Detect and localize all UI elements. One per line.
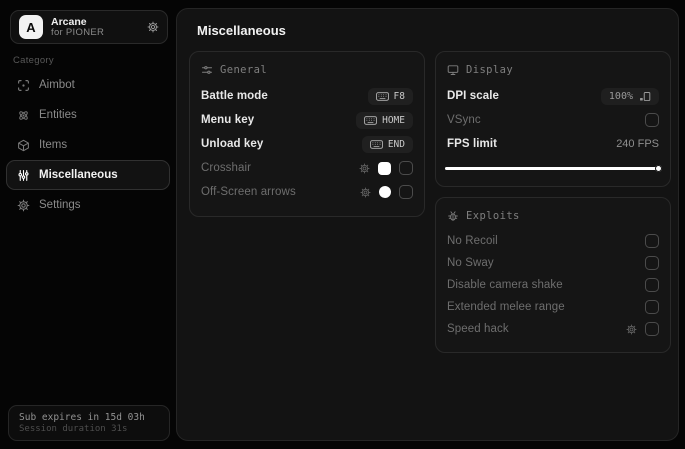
setting-label: DPI scale: [447, 90, 500, 102]
sidebar-nav: Aimbot Entities Items Miscellaneous Sett…: [6, 70, 170, 220]
sidebar-item-entities[interactable]: Entities: [6, 100, 170, 130]
sidebar-item-label: Settings: [39, 199, 81, 211]
sidebar: A Arcane for PIONER Category Aimbot Enti…: [0, 0, 176, 449]
app-window: A Arcane for PIONER Category Aimbot Enti…: [0, 0, 685, 449]
category-label: Category: [13, 55, 54, 66]
setting-label: Disable camera shake: [447, 279, 563, 291]
speed-hack-checkbox[interactable]: [645, 322, 659, 336]
keyboard-icon: [375, 91, 389, 101]
setting-row-no-sway: No Sway: [447, 252, 659, 274]
setting-label: Crosshair: [201, 162, 252, 174]
color-swatch[interactable]: [379, 186, 391, 198]
display-panel: Display DPI scale 100% VSync FPS limit 2…: [435, 51, 671, 187]
dpi-scale-stepper[interactable]: 100%: [600, 87, 659, 105]
app-name: Arcane: [51, 15, 87, 28]
sidebar-item-label: Items: [39, 139, 68, 151]
gear-icon[interactable]: [626, 323, 637, 335]
sidebar-item-aimbot[interactable]: Aimbot: [6, 70, 170, 100]
keyboard-icon: [364, 115, 377, 125]
color-swatch[interactable]: [378, 161, 391, 175]
sidebar-item-items[interactable]: Items: [6, 130, 170, 160]
setting-row-extended-melee-range: Extended melee range: [447, 296, 659, 318]
sliders-icon: [17, 169, 30, 182]
setting-label: VSync: [447, 114, 481, 126]
sliders-horizontal-icon: [201, 64, 213, 76]
setting-row-dpi-scale: DPI scale 100%: [447, 84, 659, 108]
setting-label: Battle mode: [201, 90, 268, 102]
setting-label: Extended melee range: [447, 301, 565, 313]
fps-slider-handle[interactable]: [655, 165, 662, 172]
atom-icon: [17, 109, 30, 122]
setting-row-fps-limit: FPS limit 240 FPS: [447, 132, 659, 156]
no-sway-checkbox[interactable]: [645, 256, 659, 270]
gear-icon[interactable]: [147, 21, 159, 33]
setting-label: No Recoil: [447, 235, 498, 247]
gear-icon[interactable]: [359, 162, 370, 174]
display-panel-header: Display: [447, 64, 659, 76]
gear-icon[interactable]: [360, 186, 371, 198]
fps-slider-fill: [445, 167, 661, 170]
keyboard-icon: [369, 139, 383, 149]
vsync-checkbox[interactable]: [645, 113, 659, 127]
brand-card: A Arcane for PIONER: [10, 10, 168, 44]
sidebar-item-miscellaneous[interactable]: Miscellaneous: [6, 160, 170, 190]
setting-row-disable-camera-shake: Disable camera shake: [447, 274, 659, 296]
setting-label: Speed hack: [447, 323, 509, 335]
disable-camera-shake-checkbox[interactable]: [645, 278, 659, 292]
setting-row-menu-key: Menu key HOME: [201, 108, 413, 132]
setting-row-crosshair: Crosshair: [201, 156, 413, 180]
keybind-button[interactable]: HOME: [356, 111, 413, 129]
setting-row-offscreen-arrows: Off-Screen arrows: [201, 180, 413, 204]
keybind-button[interactable]: END: [361, 135, 413, 153]
general-panel: General Battle mode F8 Menu key HOME Unl…: [189, 51, 425, 217]
general-panel-header: General: [201, 64, 413, 76]
sub-expiry-text: Sub expires in 15d 03h: [19, 412, 145, 423]
sidebar-item-label: Entities: [39, 109, 77, 121]
exploits-panel: Exploits No Recoil No Sway Disable camer…: [435, 197, 671, 353]
setting-row-unload-key: Unload key END: [201, 132, 413, 156]
sidebar-item-label: Miscellaneous: [39, 169, 118, 181]
exploits-panel-header: Exploits: [447, 210, 659, 222]
setting-label: Menu key: [201, 114, 255, 126]
app-logo: A: [19, 15, 43, 39]
setting-label: Off-Screen arrows: [201, 186, 296, 198]
setting-row-vsync: VSync: [447, 108, 659, 132]
subscription-card: Sub expires in 15d 03h Session duration …: [8, 405, 170, 441]
setting-row-no-recoil: No Recoil: [447, 230, 659, 252]
sidebar-item-settings[interactable]: Settings: [6, 190, 170, 220]
bug-icon: [447, 210, 459, 222]
no-recoil-checkbox[interactable]: [645, 234, 659, 248]
setting-label: FPS limit: [447, 138, 498, 150]
offscreen-arrows-checkbox[interactable]: [399, 185, 413, 199]
main-content: Miscellaneous General Battle mode F8 Men…: [176, 8, 679, 441]
setting-row-battle-mode: Battle mode F8: [201, 84, 413, 108]
setting-row-speed-hack: Speed hack: [447, 318, 659, 340]
sidebar-item-label: Aimbot: [39, 79, 75, 91]
monitor-icon: [447, 64, 459, 76]
session-duration-text: Session duration 31s: [19, 424, 128, 434]
extended-melee-range-checkbox[interactable]: [645, 300, 659, 314]
scaling-icon: [639, 91, 651, 102]
app-tagline: for PIONER: [51, 26, 105, 38]
setting-label: Unload key: [201, 138, 264, 150]
gear-icon: [17, 199, 30, 212]
fps-slider[interactable]: [445, 165, 662, 172]
package-icon: [17, 139, 30, 152]
setting-label: No Sway: [447, 257, 494, 269]
fps-value: 240 FPS: [616, 138, 659, 150]
scan-icon: [17, 79, 30, 92]
keybind-button[interactable]: F8: [367, 87, 413, 105]
page-title: Miscellaneous: [197, 23, 286, 38]
crosshair-checkbox[interactable]: [399, 161, 413, 175]
